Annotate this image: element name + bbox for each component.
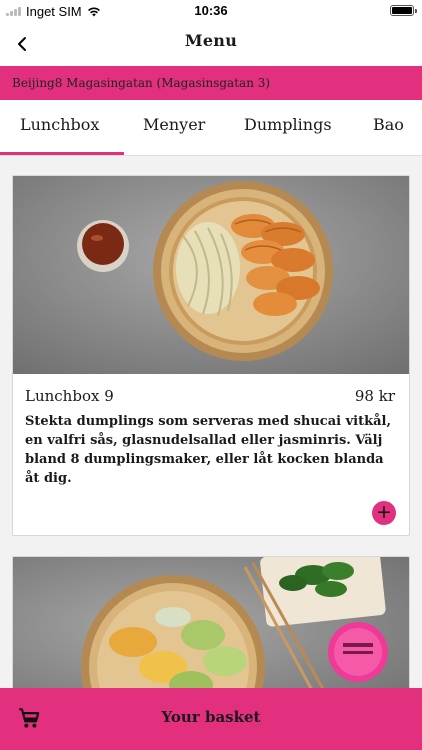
menu-item-body: Lunchbox 9 98 kr Stekta dumplings som se… (13, 374, 409, 486)
menu-item-card[interactable]: Lunchbox 9 98 kr Stekta dumplings som se… (12, 175, 410, 536)
basket-bar[interactable]: Your basket (0, 688, 422, 750)
tab-menyer[interactable]: Menyer (143, 115, 205, 134)
nav-bar: Menu (0, 22, 422, 66)
item-price: 98 kr (354, 387, 395, 405)
status-bar: Inget SIM 10:36 (0, 0, 422, 22)
category-tabs: Lunchbox Menyer Dumplings Bao (0, 100, 422, 156)
menu-item-image (13, 557, 409, 695)
item-name: Lunchbox 9 (25, 387, 114, 405)
tab-bao[interactable]: Bao (373, 115, 404, 134)
battery-icon (390, 5, 417, 16)
plus-icon[interactable]: + (372, 501, 396, 525)
tab-indicator (0, 152, 124, 155)
restaurant-name[interactable]: Beijing8 Magasingatan (Magasinsgatan 3) (0, 66, 422, 100)
item-description: Stekta dumplings som serveras med shucai… (25, 414, 391, 486)
status-time: 10:36 (194, 3, 228, 18)
tab-lunchbox[interactable]: Lunchbox (20, 115, 99, 134)
page-title: Menu (184, 31, 238, 50)
menu-item-image (13, 176, 409, 374)
basket-label: Your basket (161, 708, 261, 726)
tab-dumplings[interactable]: Dumplings (244, 115, 332, 134)
menu-item-card[interactable] (12, 556, 410, 696)
